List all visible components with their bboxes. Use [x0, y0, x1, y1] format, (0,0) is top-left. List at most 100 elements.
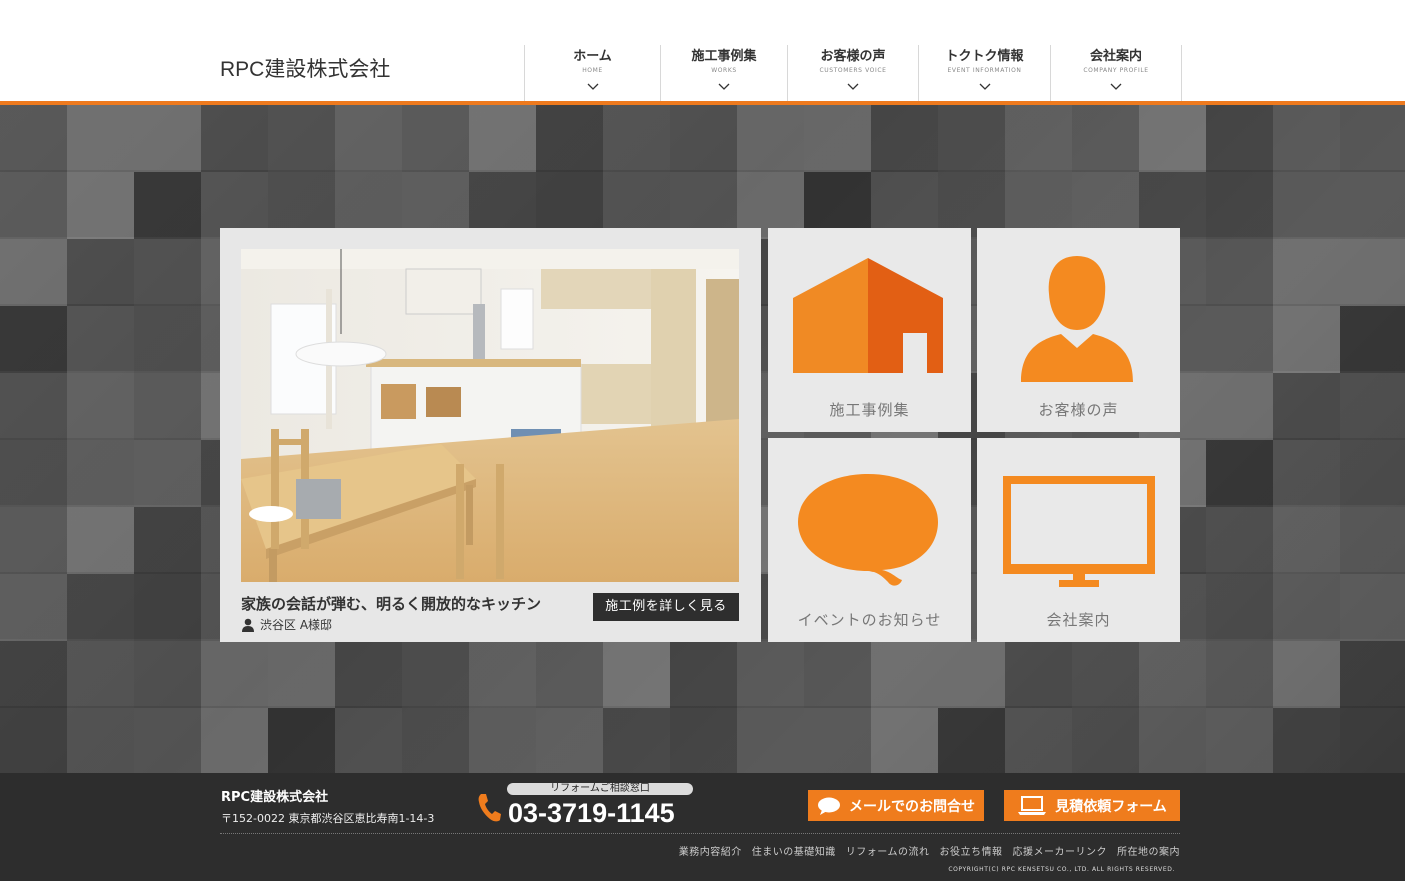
- kitchen-photo[interactable]: [241, 249, 739, 582]
- mosaic-tile: [201, 708, 268, 773]
- card-voice-label: お客様の声: [1038, 401, 1119, 419]
- estimate-form-label: 見積依頼フォーム: [1055, 798, 1167, 815]
- footer-link-flow[interactable]: リフォームの流れ: [846, 843, 930, 858]
- footer-link-services[interactable]: 業務内容紹介: [679, 843, 742, 858]
- nav-item-company[interactable]: 会社案内 COMPANY PROFILE: [1050, 45, 1182, 101]
- mosaic-tile: [134, 574, 201, 641]
- kitchen-illustration: [241, 249, 739, 582]
- mosaic-tile: [804, 708, 871, 773]
- mosaic-tile: [67, 708, 134, 773]
- mosaic-tile: [670, 708, 737, 773]
- mosaic-tile: [737, 105, 804, 172]
- mosaic-tile: [0, 574, 67, 641]
- mosaic-tile: [134, 708, 201, 773]
- mosaic-tile: [67, 440, 134, 507]
- nav-item-voice[interactable]: お客様の声 CUSTOMERS VOICE: [787, 45, 918, 101]
- chat-icon: [818, 797, 840, 815]
- mosaic-tile: [1206, 306, 1273, 373]
- mosaic-tile: [469, 708, 536, 773]
- mosaic-tile: [536, 105, 603, 172]
- view-work-detail-button[interactable]: 施工例を詳しく見る: [593, 593, 739, 621]
- mosaic-tile: [536, 641, 603, 708]
- mosaic-tile: [1273, 708, 1340, 773]
- mosaic-tile: [1273, 641, 1340, 708]
- card-event-label: イベントのお知らせ: [797, 611, 942, 629]
- footer-links: 業務内容紹介 住まいの基礎知識 リフォームの流れ お役立ち情報 応援メーカーリン…: [679, 843, 1180, 858]
- mosaic-tile: [0, 641, 67, 708]
- mosaic-tile: [1072, 708, 1139, 773]
- global-nav: ホーム HOME 施工事例集 WORKS お客様の声 CUSTOMERS VOI…: [524, 45, 1182, 101]
- nav-label: 施工事例集: [691, 49, 757, 64]
- mosaic-tile: [1005, 641, 1072, 708]
- mosaic-tile: [737, 641, 804, 708]
- mosaic-tile: [1206, 574, 1273, 641]
- site-footer: RPC建設株式会社 〒152-0022 東京都渋谷区恵比寿南1-14-3 リフォ…: [0, 773, 1405, 881]
- mosaic-tile: [0, 440, 67, 507]
- featured-work: 家族の会話が弾む、明るく開放的なキッチン 渋谷区 A様邸 施工例を詳しく見る: [220, 228, 761, 642]
- card-works[interactable]: 施工事例集: [768, 228, 971, 432]
- mosaic-tile: [1005, 105, 1072, 172]
- mosaic-tile: [268, 105, 335, 172]
- mosaic-tile: [1340, 708, 1405, 773]
- mosaic-tile: [134, 373, 201, 440]
- mosaic-tile: [1340, 574, 1405, 641]
- mosaic-tile: [134, 440, 201, 507]
- mosaic-tile: [1273, 373, 1340, 440]
- nav-label: 会社案内: [1089, 49, 1142, 64]
- estimate-form-button[interactable]: 見積依頼フォーム: [1004, 790, 1180, 821]
- mosaic-tile: [1139, 105, 1206, 172]
- mosaic-tile: [67, 105, 134, 172]
- mosaic-tile: [1340, 507, 1405, 574]
- mosaic-tile: [67, 373, 134, 440]
- laptop-icon: [1018, 795, 1047, 815]
- mosaic-tile: [1273, 440, 1340, 507]
- mail-contact-button[interactable]: メールでのお問合せ: [808, 790, 984, 821]
- mosaic-tile: [0, 105, 67, 172]
- mosaic-tile: [201, 641, 268, 708]
- footer-link-tips[interactable]: お役立ち情報: [940, 843, 1003, 858]
- consultation-window-label: リフォームご相談窓口: [507, 783, 693, 795]
- footer-link-basics[interactable]: 住まいの基礎知識: [752, 843, 836, 858]
- card-company[interactable]: 会社案内: [977, 438, 1180, 642]
- mosaic-tile: [67, 574, 134, 641]
- footer-link-access[interactable]: 所在地の案内: [1117, 843, 1180, 858]
- nav-item-info[interactable]: トクトク情報 EVENT INFORMATION: [918, 45, 1050, 101]
- footer-link-makers[interactable]: 応援メーカーリンク: [1013, 843, 1108, 858]
- card-event[interactable]: イベントのお知らせ: [768, 438, 971, 642]
- mosaic-tile: [1273, 574, 1340, 641]
- site-logo[interactable]: RPC建設株式会社: [220, 53, 390, 83]
- chevron-down-icon: [847, 83, 859, 90]
- chevron-down-icon: [979, 83, 990, 90]
- mosaic-tile: [1273, 105, 1340, 172]
- card-voice[interactable]: お客様の声: [977, 228, 1180, 432]
- user-icon: [242, 618, 254, 632]
- mosaic-tile: [134, 641, 201, 708]
- mosaic-tile: [134, 306, 201, 373]
- chevron-down-icon: [1110, 83, 1122, 90]
- mosaic-tile: [1206, 440, 1273, 507]
- mosaic-tile: [402, 641, 469, 708]
- mosaic-tile: [1206, 373, 1273, 440]
- chevron-down-icon: [587, 83, 598, 90]
- mosaic-tile: [603, 708, 670, 773]
- mosaic-tile: [603, 105, 670, 172]
- person-icon: [1021, 256, 1133, 382]
- mosaic-tile: [67, 172, 134, 239]
- nav-item-home[interactable]: ホーム HOME: [524, 45, 660, 101]
- mosaic-tile: [1340, 306, 1405, 373]
- mosaic-tile: [1273, 172, 1340, 239]
- footer-company-name: RPC建設株式会社: [221, 790, 329, 805]
- mosaic-tile: [670, 105, 737, 172]
- chevron-down-icon: [718, 83, 730, 90]
- nav-item-works[interactable]: 施工事例集 WORKS: [660, 45, 787, 101]
- mosaic-tile: [268, 708, 335, 773]
- mosaic-tile: [1340, 440, 1405, 507]
- card-company-label: 会社案内: [1046, 611, 1111, 629]
- copyright: COPYRIGHT(C) RPC KENSETSU CO., LTD. ALL …: [948, 866, 1175, 873]
- feature-owner: 渋谷区 A様邸: [241, 616, 332, 633]
- mosaic-tile: [0, 239, 67, 306]
- mosaic-tile: [67, 306, 134, 373]
- mosaic-tile: [1206, 105, 1273, 172]
- mosaic-tile: [938, 105, 1005, 172]
- footer-phone-number[interactable]: 03-3719-1145: [508, 798, 675, 829]
